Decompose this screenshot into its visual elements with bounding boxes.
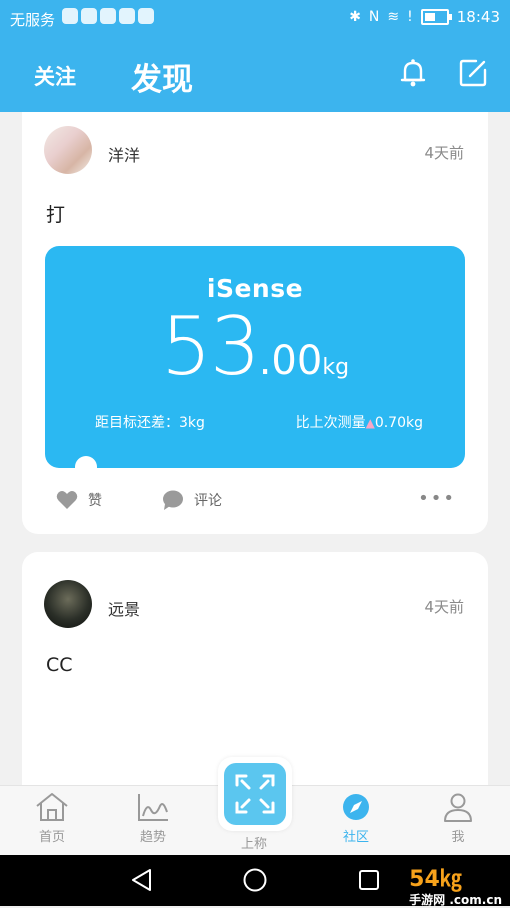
goal-remaining: 距目标还差：3kg xyxy=(95,415,205,431)
nav-trend-label: 趋势 xyxy=(139,830,166,845)
avatar[interactable] xyxy=(44,580,92,628)
card-indicator xyxy=(75,456,97,468)
bluetooth-icon: ✱ xyxy=(349,9,361,25)
scale-icon xyxy=(235,774,275,814)
status-bar: 无服务 ✱ N ≋ ! 18:43 xyxy=(0,0,510,36)
like-label: 赞 xyxy=(88,493,102,509)
post-username[interactable]: 洋洋 xyxy=(108,142,140,166)
app-purple-icon xyxy=(119,8,135,24)
alert-icon: ! xyxy=(407,9,413,25)
heart-icon xyxy=(56,491,78,509)
nav-community-label: 社区 xyxy=(342,830,369,845)
watermark-sub: 手游网 .com.cn xyxy=(409,893,502,907)
carrier-label: 无服务 xyxy=(10,11,56,29)
app-circle-icon xyxy=(100,8,116,24)
back-icon[interactable] xyxy=(128,867,156,893)
more-options-button[interactable]: ••• xyxy=(418,488,456,509)
user-icon xyxy=(444,793,472,822)
recents-icon[interactable] xyxy=(356,867,382,893)
post-card[interactable]: 洋洋 4天前 打 iSense 53.00kg 距目标还差：3kg 比上次测量▲… xyxy=(22,112,488,534)
weight-value: 53.00kg xyxy=(45,300,465,393)
trend-chart-icon xyxy=(138,794,168,821)
app-image-icon xyxy=(138,8,154,24)
app-q-icon xyxy=(81,8,97,24)
weigh-button[interactable] xyxy=(218,757,292,831)
comment-label: 评论 xyxy=(194,493,222,509)
nav-me[interactable]: 我 xyxy=(418,792,498,845)
notification-icons xyxy=(62,8,154,24)
nav-weigh-label: 上称 xyxy=(240,837,267,852)
nfc-icon: N xyxy=(368,9,380,25)
post-time: 4天前 xyxy=(424,598,464,616)
home-icon xyxy=(36,793,68,821)
weight-decimal: .00 xyxy=(258,338,323,384)
home-circle-icon[interactable] xyxy=(242,867,268,893)
clock: 18:43 xyxy=(456,8,500,26)
weight-integer: 53 xyxy=(160,300,261,393)
avatar[interactable] xyxy=(44,126,92,174)
post-text: CC xyxy=(46,654,73,676)
app-header: 关注 发现 xyxy=(0,36,510,112)
watermark: 54㎏ 手游网 .com.cn xyxy=(409,861,502,908)
post-actions: 赞 评论 ••• xyxy=(22,482,488,518)
compass-icon xyxy=(343,794,369,820)
cloud-icon xyxy=(62,8,78,24)
battery-icon xyxy=(420,9,452,25)
watermark-main: 54㎏ xyxy=(409,867,462,892)
tab-follow[interactable]: 关注 xyxy=(34,61,76,91)
change-value: 0.70kg xyxy=(374,415,423,431)
feed[interactable]: 洋洋 4天前 打 iSense 53.00kg 距目标还差：3kg 比上次测量▲… xyxy=(0,112,510,785)
bell-icon[interactable] xyxy=(396,56,430,90)
post-time: 4天前 xyxy=(424,144,464,162)
comment-button[interactable]: 评论 xyxy=(162,490,222,510)
nav-community[interactable]: 社区 xyxy=(316,792,396,845)
edit-icon[interactable] xyxy=(456,56,490,90)
like-button[interactable]: 赞 xyxy=(56,490,102,510)
increase-triangle-icon: ▲ xyxy=(365,416,375,430)
nav-trend[interactable]: 趋势 xyxy=(113,792,193,845)
change-since-last: 比上次测量▲0.70kg xyxy=(296,412,423,432)
weight-unit: kg xyxy=(322,355,350,380)
nav-home-label: 首页 xyxy=(38,830,65,845)
system-nav-bar: 54㎏ 手游网 .com.cn xyxy=(0,855,510,908)
tab-discover[interactable]: 发现 xyxy=(131,54,193,99)
wifi-icon: ≋ xyxy=(387,9,400,25)
change-label: 比上次测量 xyxy=(295,415,366,431)
nav-home[interactable]: 首页 xyxy=(12,792,92,845)
post-text: 打 xyxy=(46,204,66,226)
post-card[interactable]: 远景 4天前 CC xyxy=(22,552,488,785)
comment-icon xyxy=(163,490,183,510)
nav-me-label: 我 xyxy=(451,830,465,845)
post-username[interactable]: 远景 xyxy=(108,596,140,620)
brand-logo: iSense xyxy=(206,274,304,303)
measurement-card[interactable]: iSense 53.00kg 距目标还差：3kg 比上次测量▲0.70kg xyxy=(45,246,465,468)
